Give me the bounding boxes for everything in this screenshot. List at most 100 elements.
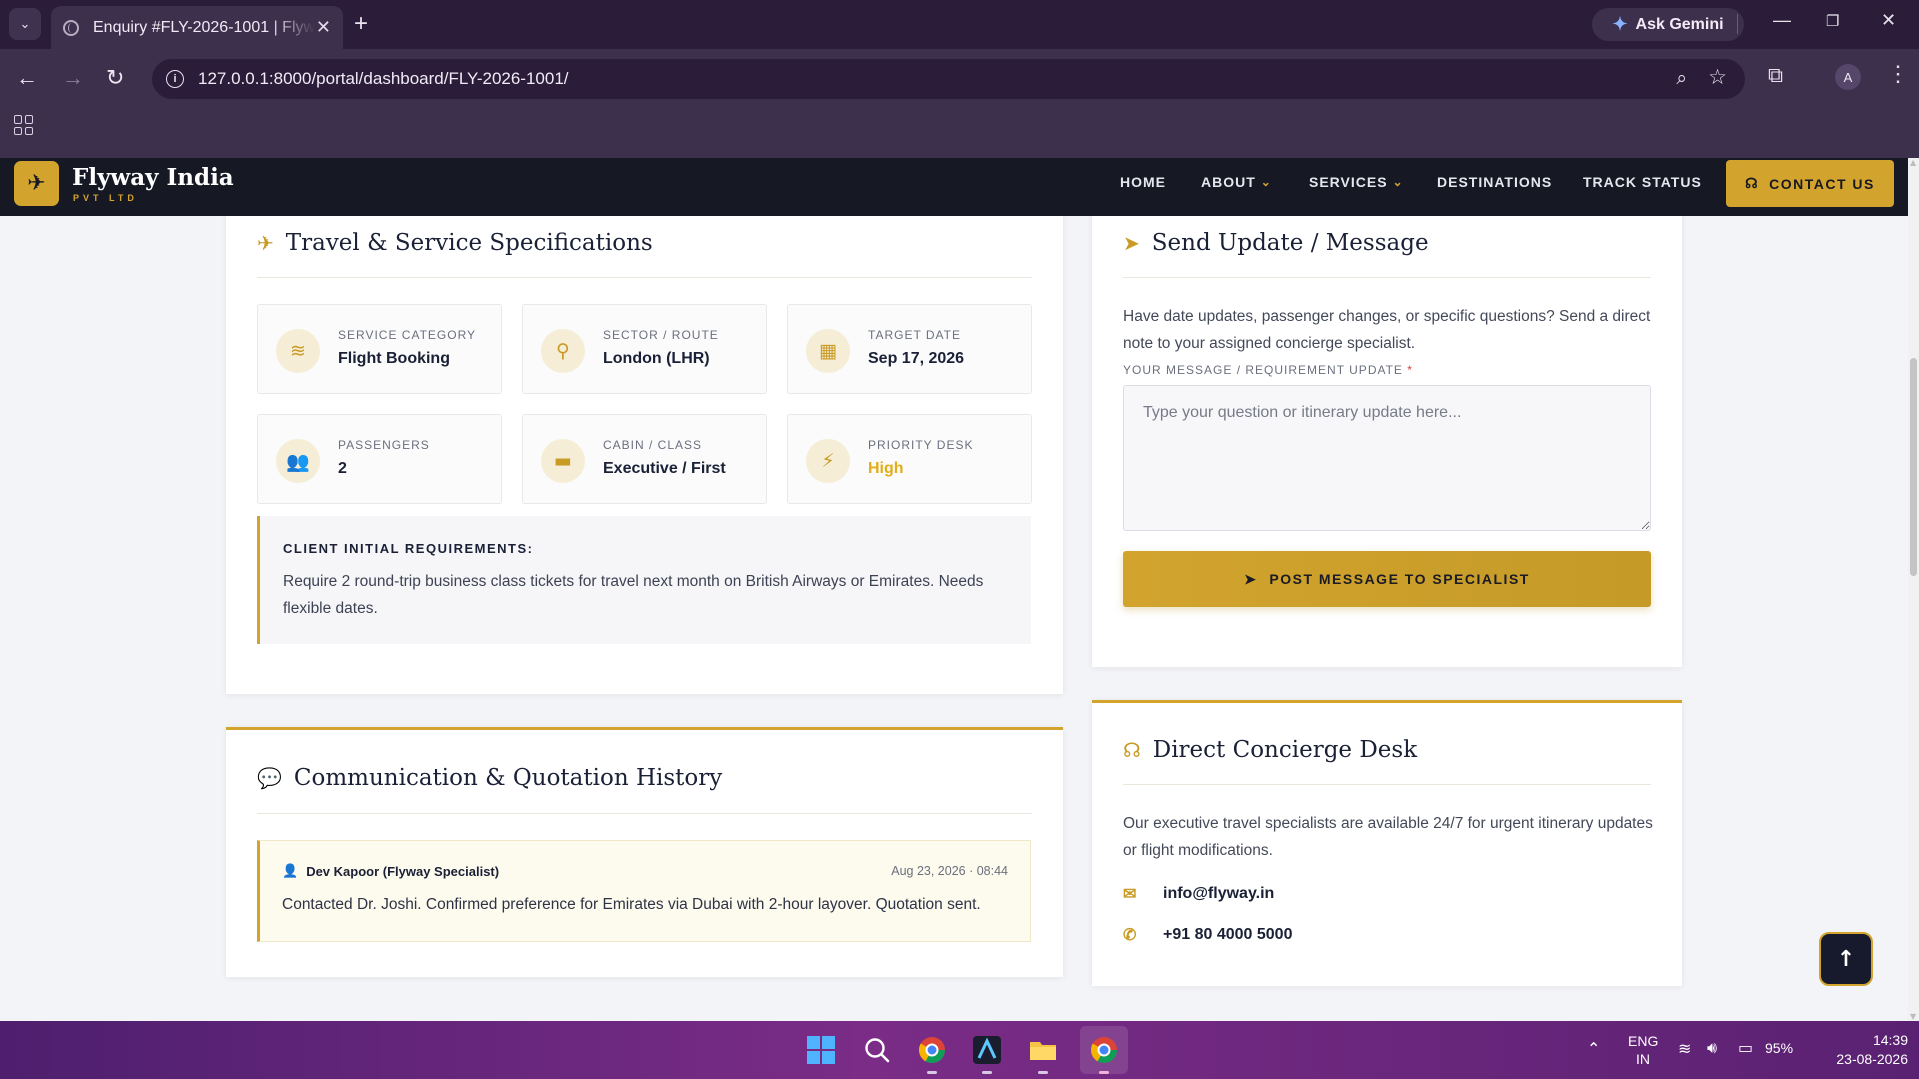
plane-departure-icon: ✈ <box>257 231 274 255</box>
browser-tab-active[interactable]: Enquiry #FLY-2026-1001 | Flyway India ✕ <box>51 6 343 49</box>
site-info-icon[interactable]: i <box>166 70 184 88</box>
back-arrow-icon[interactable]: ← <box>16 65 38 91</box>
restore-icon[interactable]: ❐ <box>1826 12 1839 30</box>
plane-logo-icon[interactable]: ✈ <box>14 161 59 206</box>
requirements-text: Require 2 round-trip business class tick… <box>283 573 984 617</box>
nav-services[interactable]: SERVICES ⌄ <box>1309 174 1404 190</box>
headset-icon: ☊ <box>1745 175 1760 191</box>
message-field-label: YOUR MESSAGE / REQUIREMENT UPDATE * <box>1123 363 1413 377</box>
chevron-up-icon[interactable]: ⌃ <box>1587 1039 1600 1058</box>
history-card: 💬 Communication & Quotation History 👤 De… <box>226 727 1063 977</box>
spec-passengers: 👥 PASSENGERS 2 <box>257 414 502 504</box>
window-close-icon[interactable]: ✕ <box>1881 10 1896 31</box>
scroll-thumb[interactable] <box>1910 358 1917 576</box>
nav-destinations[interactable]: DESTINATIONS <box>1437 174 1552 190</box>
send-message-card: ➤ Send Update / Message Have date update… <box>1092 200 1682 667</box>
bolt-icon: ⚡ <box>806 439 850 483</box>
spec-sector-route: ⚲ SECTOR / ROUTE London (LHR) <box>522 304 767 394</box>
client-requirements-box: CLIENT INITIAL REQUIREMENTS: Require 2 r… <box>257 516 1031 644</box>
chevron-down-icon: ⌄ <box>19 16 31 32</box>
divider <box>1123 784 1651 785</box>
nav-track-status[interactable]: TRACK STATUS <box>1583 174 1702 190</box>
spec-priority-desk: ⚡ PRIORITY DESK High <box>787 414 1032 504</box>
battery-icon[interactable]: ▭ <box>1738 1038 1753 1057</box>
paper-plane-icon: ➤ <box>1244 570 1258 587</box>
history-text: Contacted Dr. Joshi. Confirmed preferenc… <box>282 896 981 913</box>
send-message-title-text: Send Update / Message <box>1151 230 1429 256</box>
requirements-heading: CLIENT INITIAL REQUIREMENTS: <box>283 541 534 556</box>
file-explorer-icon[interactable] <box>1025 1032 1061 1074</box>
scroll-up-arrow-icon[interactable]: ▲ <box>1910 158 1916 167</box>
profile-avatar[interactable]: A <box>1835 64 1861 90</box>
sparkle-icon: ✦ <box>1612 14 1628 34</box>
concierge-email[interactable]: ✉ info@flyway.in <box>1123 884 1274 904</box>
more-menu-icon[interactable]: ⋮ <box>1887 61 1909 87</box>
wifi-icon[interactable]: ≋ <box>1678 1039 1691 1058</box>
reload-icon[interactable]: ↻ <box>106 65 124 91</box>
divider <box>1737 14 1738 34</box>
brand-name[interactable]: Flyway India <box>72 164 234 191</box>
new-tab-icon[interactable]: + <box>354 10 368 38</box>
globe-icon <box>63 19 79 36</box>
extensions-puzzle-icon[interactable]: ⧉ <box>1768 63 1783 88</box>
ask-gemini-button[interactable]: ✦ Ask Gemini <box>1592 8 1744 41</box>
specifications-card: ✈ Travel & Service Specifications ≋ SERV… <box>226 200 1063 694</box>
specifications-title: ✈ Travel & Service Specifications <box>257 230 653 256</box>
zoom-icon[interactable]: ⌕ <box>1676 67 1687 89</box>
speaker-icon[interactable]: 🔊︎ <box>1707 1038 1717 1058</box>
arrow-up-icon: ↑ <box>1836 946 1856 972</box>
specifications-title-text: Travel & Service Specifications <box>285 230 653 256</box>
concierge-intro: Our executive travel specialists are ava… <box>1123 815 1653 859</box>
running-indicator <box>927 1071 937 1074</box>
brand-subtitle: PVT LTD <box>73 193 138 203</box>
clock-time: 14:39 <box>1872 1032 1908 1048</box>
concierge-phone[interactable]: ✆ +91 80 4000 5000 <box>1123 925 1292 945</box>
forward-arrow-icon[interactable]: → <box>62 65 84 91</box>
clock-date: 23-08-2026 <box>1836 1051 1908 1067</box>
language-top: ENG <box>1628 1033 1659 1049</box>
chevron-down-icon: ⌄ <box>1392 175 1404 189</box>
message-textarea[interactable] <box>1123 385 1651 531</box>
history-author-name: Dev Kapoor (Flyway Specialist) <box>306 863 500 879</box>
calendar-icon: ▦ <box>806 329 850 373</box>
nav-home[interactable]: HOME <box>1120 174 1166 190</box>
windows-start-icon[interactable] <box>803 1032 839 1068</box>
browser-toolbar: ← → ↻ i 127.0.0.1:8000/portal/dashboard/… <box>0 49 1919 158</box>
nav-about[interactable]: ABOUT ⌄ <box>1201 174 1272 190</box>
layers-icon: ≋ <box>276 329 320 373</box>
users-icon: 👥 <box>276 439 320 483</box>
bookmark-star-icon[interactable]: ☆ <box>1708 65 1727 89</box>
url-text[interactable]: 127.0.0.1:8000/portal/dashboard/FLY-2026… <box>198 69 569 89</box>
concierge-phone-text[interactable]: +91 80 4000 5000 <box>1163 926 1292 944</box>
running-indicator <box>1099 1071 1109 1074</box>
tab-search-button[interactable]: ⌄ <box>9 8 41 40</box>
nav-destinations-label: DESTINATIONS <box>1437 174 1553 190</box>
history-author: 👤 Dev Kapoor (Flyway Specialist) <box>282 863 499 879</box>
battery-percent: 95% <box>1765 1040 1794 1056</box>
close-tab-icon[interactable]: ✕ <box>316 17 331 38</box>
search-icon[interactable] <box>859 1032 895 1068</box>
apps-grid-icon[interactable] <box>14 115 34 135</box>
minimize-icon[interactable]: — <box>1773 10 1791 31</box>
concierge-card: ☊ Direct Concierge Desk Our executive tr… <box>1092 700 1682 986</box>
spec-value: Sep 17, 2026 <box>868 350 965 367</box>
sofa-icon: ▬ <box>541 439 585 483</box>
clock[interactable]: 14:39 23-08-2026 <box>1812 1031 1908 1069</box>
spec-value: Flight Booking <box>338 350 450 367</box>
code-editor-app-icon[interactable] <box>969 1032 1005 1074</box>
spec-label: TARGET DATE <box>868 328 962 342</box>
chrome-profile-app-icon[interactable] <box>1086 1032 1122 1074</box>
chrome-app-icon[interactable] <box>914 1032 950 1074</box>
contact-us-button[interactable]: ☊ CONTACT US <box>1726 160 1894 207</box>
page-scrollbar[interactable]: ▲ ▼ <box>1908 158 1919 1021</box>
post-message-button[interactable]: ➤ POST MESSAGE TO SPECIALIST <box>1123 551 1651 607</box>
required-asterisk: * <box>1407 363 1413 377</box>
concierge-email-text[interactable]: info@flyway.in <box>1163 885 1274 903</box>
history-title-text: Communication & Quotation History <box>293 765 723 791</box>
back-to-top-button[interactable]: ↑ <box>1819 932 1873 986</box>
language-indicator[interactable]: ENG IN <box>1628 1032 1658 1068</box>
address-bar[interactable]: i 127.0.0.1:8000/portal/dashboard/FLY-20… <box>152 59 1745 99</box>
language-bottom: IN <box>1636 1051 1650 1067</box>
history-date: Aug 23, 2026 · 08:44 <box>891 864 1008 878</box>
scroll-down-arrow-icon[interactable]: ▼ <box>1910 1012 1916 1021</box>
